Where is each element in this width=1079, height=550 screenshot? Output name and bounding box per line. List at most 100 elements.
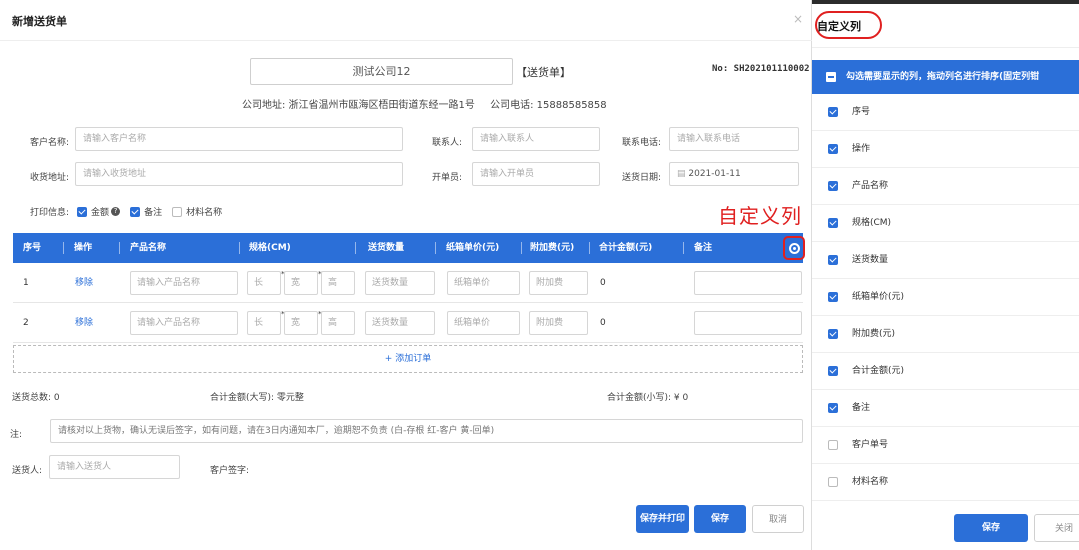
contact-phone-input[interactable]: 请输入联系电话 xyxy=(669,127,799,151)
print-option-remark[interactable]: 备注 xyxy=(130,205,162,218)
col-fee-header: 附加费(元) xyxy=(530,243,575,253)
panel-divider xyxy=(812,47,1079,48)
sender-label: 送货人: xyxy=(12,466,43,476)
column-option[interactable]: 序号 xyxy=(812,94,1079,131)
length-input[interactable]: 长 xyxy=(247,271,281,295)
indeterminate-checkbox-icon[interactable] xyxy=(826,72,836,82)
remark-field[interactable]: 请核对以上货物，确认无误后签字，如有问题，请在3日内通知本厂，逾期恕不负责 (白… xyxy=(50,419,803,443)
product-input[interactable]: 请输入产品名称 xyxy=(130,271,238,295)
width-input[interactable]: 宽 xyxy=(284,311,318,335)
print-option-material[interactable]: 材料名称 xyxy=(172,205,222,218)
row-index: 2 xyxy=(23,318,29,328)
amount-uppercase: 合计金额(大写): 零元整 xyxy=(210,393,304,403)
qty-input[interactable]: 送货数量 xyxy=(365,271,435,295)
row-total: 0 xyxy=(600,278,606,288)
column-option[interactable]: 产品名称 xyxy=(812,168,1079,205)
column-settings-button[interactable] xyxy=(783,236,805,260)
column-option[interactable]: 送货数量 xyxy=(812,242,1079,279)
settings-icon xyxy=(789,243,800,254)
table-header: 序号 操作 产品名称 规格(CM) 送货数量 纸箱单价(元) 附加费(元) 合计… xyxy=(13,233,805,263)
select-all-banner[interactable]: 勾选需要显示的列，拖动列名进行排序(固定列钳 xyxy=(812,60,1079,94)
panel-close-button[interactable]: 关闭 xyxy=(1034,514,1079,542)
sender-input[interactable]: 请输入送货人 xyxy=(49,455,180,479)
company-info: 公司地址: 浙江省温州市瓯海区梧田街道东经一路1号 公司电话: 15888585… xyxy=(242,96,619,111)
date-picker[interactable]: ▤ 2021-01-11 xyxy=(669,162,799,186)
save-and-print-button[interactable]: 保存并打印 xyxy=(636,505,689,533)
column-option-label: 产品名称 xyxy=(852,181,889,191)
checkbox-unchecked-icon[interactable] xyxy=(828,477,838,487)
column-divider xyxy=(435,242,436,254)
checkbox-checked-icon[interactable] xyxy=(828,329,838,339)
column-option[interactable]: 附加费(元) xyxy=(812,316,1079,353)
column-option[interactable]: 合计金额(元) xyxy=(812,353,1079,390)
qty-input[interactable]: 送货数量 xyxy=(365,311,435,335)
remark-input[interactable] xyxy=(694,311,802,335)
checkbox-checked-icon[interactable] xyxy=(828,292,838,302)
print-option-amount[interactable]: 金额 ? xyxy=(77,205,121,218)
column-option-label: 合计金额(元) xyxy=(852,366,905,376)
checkbox-checked-icon[interactable] xyxy=(828,218,838,228)
column-option[interactable]: 纸箱单价(元) xyxy=(812,279,1079,316)
issuer-input[interactable]: 请输入开单员 xyxy=(472,162,600,186)
custom-columns-panel: 自定义列 勾选需要显示的列，拖动列名进行排序(固定列钳 序号 操作 产品名称 规… xyxy=(812,0,1079,550)
fee-input[interactable]: 附加费 xyxy=(529,311,588,335)
print-option-label: 金额 xyxy=(91,208,110,218)
column-option[interactable]: 客户单号 xyxy=(812,427,1079,464)
row-total: 0 xyxy=(600,318,606,328)
price-input[interactable]: 纸箱单价 xyxy=(447,311,520,335)
checkbox-checked-icon[interactable] xyxy=(828,403,838,413)
checkbox-checked-icon[interactable] xyxy=(828,107,838,117)
checkbox-unchecked-icon[interactable] xyxy=(828,440,838,450)
checkbox-checked-icon[interactable] xyxy=(828,181,838,191)
price-input[interactable]: 纸箱单价 xyxy=(447,271,520,295)
column-option[interactable]: 操作 xyxy=(812,131,1079,168)
panel-save-button[interactable]: 保存 xyxy=(954,514,1028,542)
column-option-label: 纸箱单价(元) xyxy=(852,292,905,302)
add-order-button[interactable]: + 添加订单 xyxy=(13,345,803,373)
width-input[interactable]: 宽 xyxy=(284,271,318,295)
remove-link[interactable]: 移除 xyxy=(75,303,93,343)
company-address: 公司地址: 浙江省温州市瓯海区梧田街道东经一路1号 xyxy=(242,100,475,111)
checkbox-checked-icon[interactable] xyxy=(130,206,141,217)
header-divider xyxy=(0,40,812,41)
save-button[interactable]: 保存 xyxy=(694,505,746,533)
row-index: 1 xyxy=(23,278,29,288)
customer-input[interactable]: 请输入客户名称 xyxy=(75,127,403,151)
close-icon[interactable]: × xyxy=(793,12,803,26)
total-quantity: 送货总数: 0 xyxy=(12,393,60,403)
column-option[interactable]: 材料名称 xyxy=(812,464,1079,501)
height-input[interactable]: 高 xyxy=(321,271,355,295)
checkbox-checked-icon[interactable] xyxy=(828,366,838,376)
col-spec-header: 规格(CM) xyxy=(249,243,291,253)
date-label: 送货日期: xyxy=(622,173,662,183)
col-qty-header: 送货数量 xyxy=(368,243,405,253)
contact-input[interactable]: 请输入联系人 xyxy=(472,127,600,151)
product-input[interactable]: 请输入产品名称 xyxy=(130,311,238,335)
column-divider xyxy=(589,242,590,254)
column-option-label: 送货数量 xyxy=(852,255,889,265)
checkbox-unchecked-icon[interactable] xyxy=(172,206,183,217)
checkbox-checked-icon[interactable] xyxy=(828,255,838,265)
fee-input[interactable]: 附加费 xyxy=(529,271,588,295)
height-input[interactable]: 高 xyxy=(321,311,355,335)
remark-input[interactable] xyxy=(694,271,802,295)
column-option-label: 备注 xyxy=(852,403,871,413)
column-option[interactable]: 规格(CM) xyxy=(812,205,1079,242)
address-input[interactable]: 请输入收货地址 xyxy=(75,162,403,186)
checkbox-checked-icon[interactable] xyxy=(77,206,88,217)
col-remark-header: 备注 xyxy=(694,243,713,253)
company-name-field[interactable]: 测试公司12 xyxy=(250,58,513,85)
help-icon[interactable]: ? xyxy=(111,207,121,216)
length-input[interactable]: 长 xyxy=(247,311,281,335)
cancel-button[interactable]: 取消 xyxy=(752,505,804,533)
column-option[interactable]: 备注 xyxy=(812,390,1079,427)
remove-link[interactable]: 移除 xyxy=(75,263,93,303)
checkbox-checked-icon[interactable] xyxy=(828,144,838,154)
date-value: 2021-01-11 xyxy=(688,169,741,179)
column-divider xyxy=(355,242,356,254)
signature-label: 客户签字: xyxy=(210,466,250,476)
col-price-header: 纸箱单价(元) xyxy=(446,243,500,253)
col-action-header: 操作 xyxy=(74,243,93,253)
address-label: 收货地址: xyxy=(30,173,70,183)
column-divider xyxy=(119,242,120,254)
